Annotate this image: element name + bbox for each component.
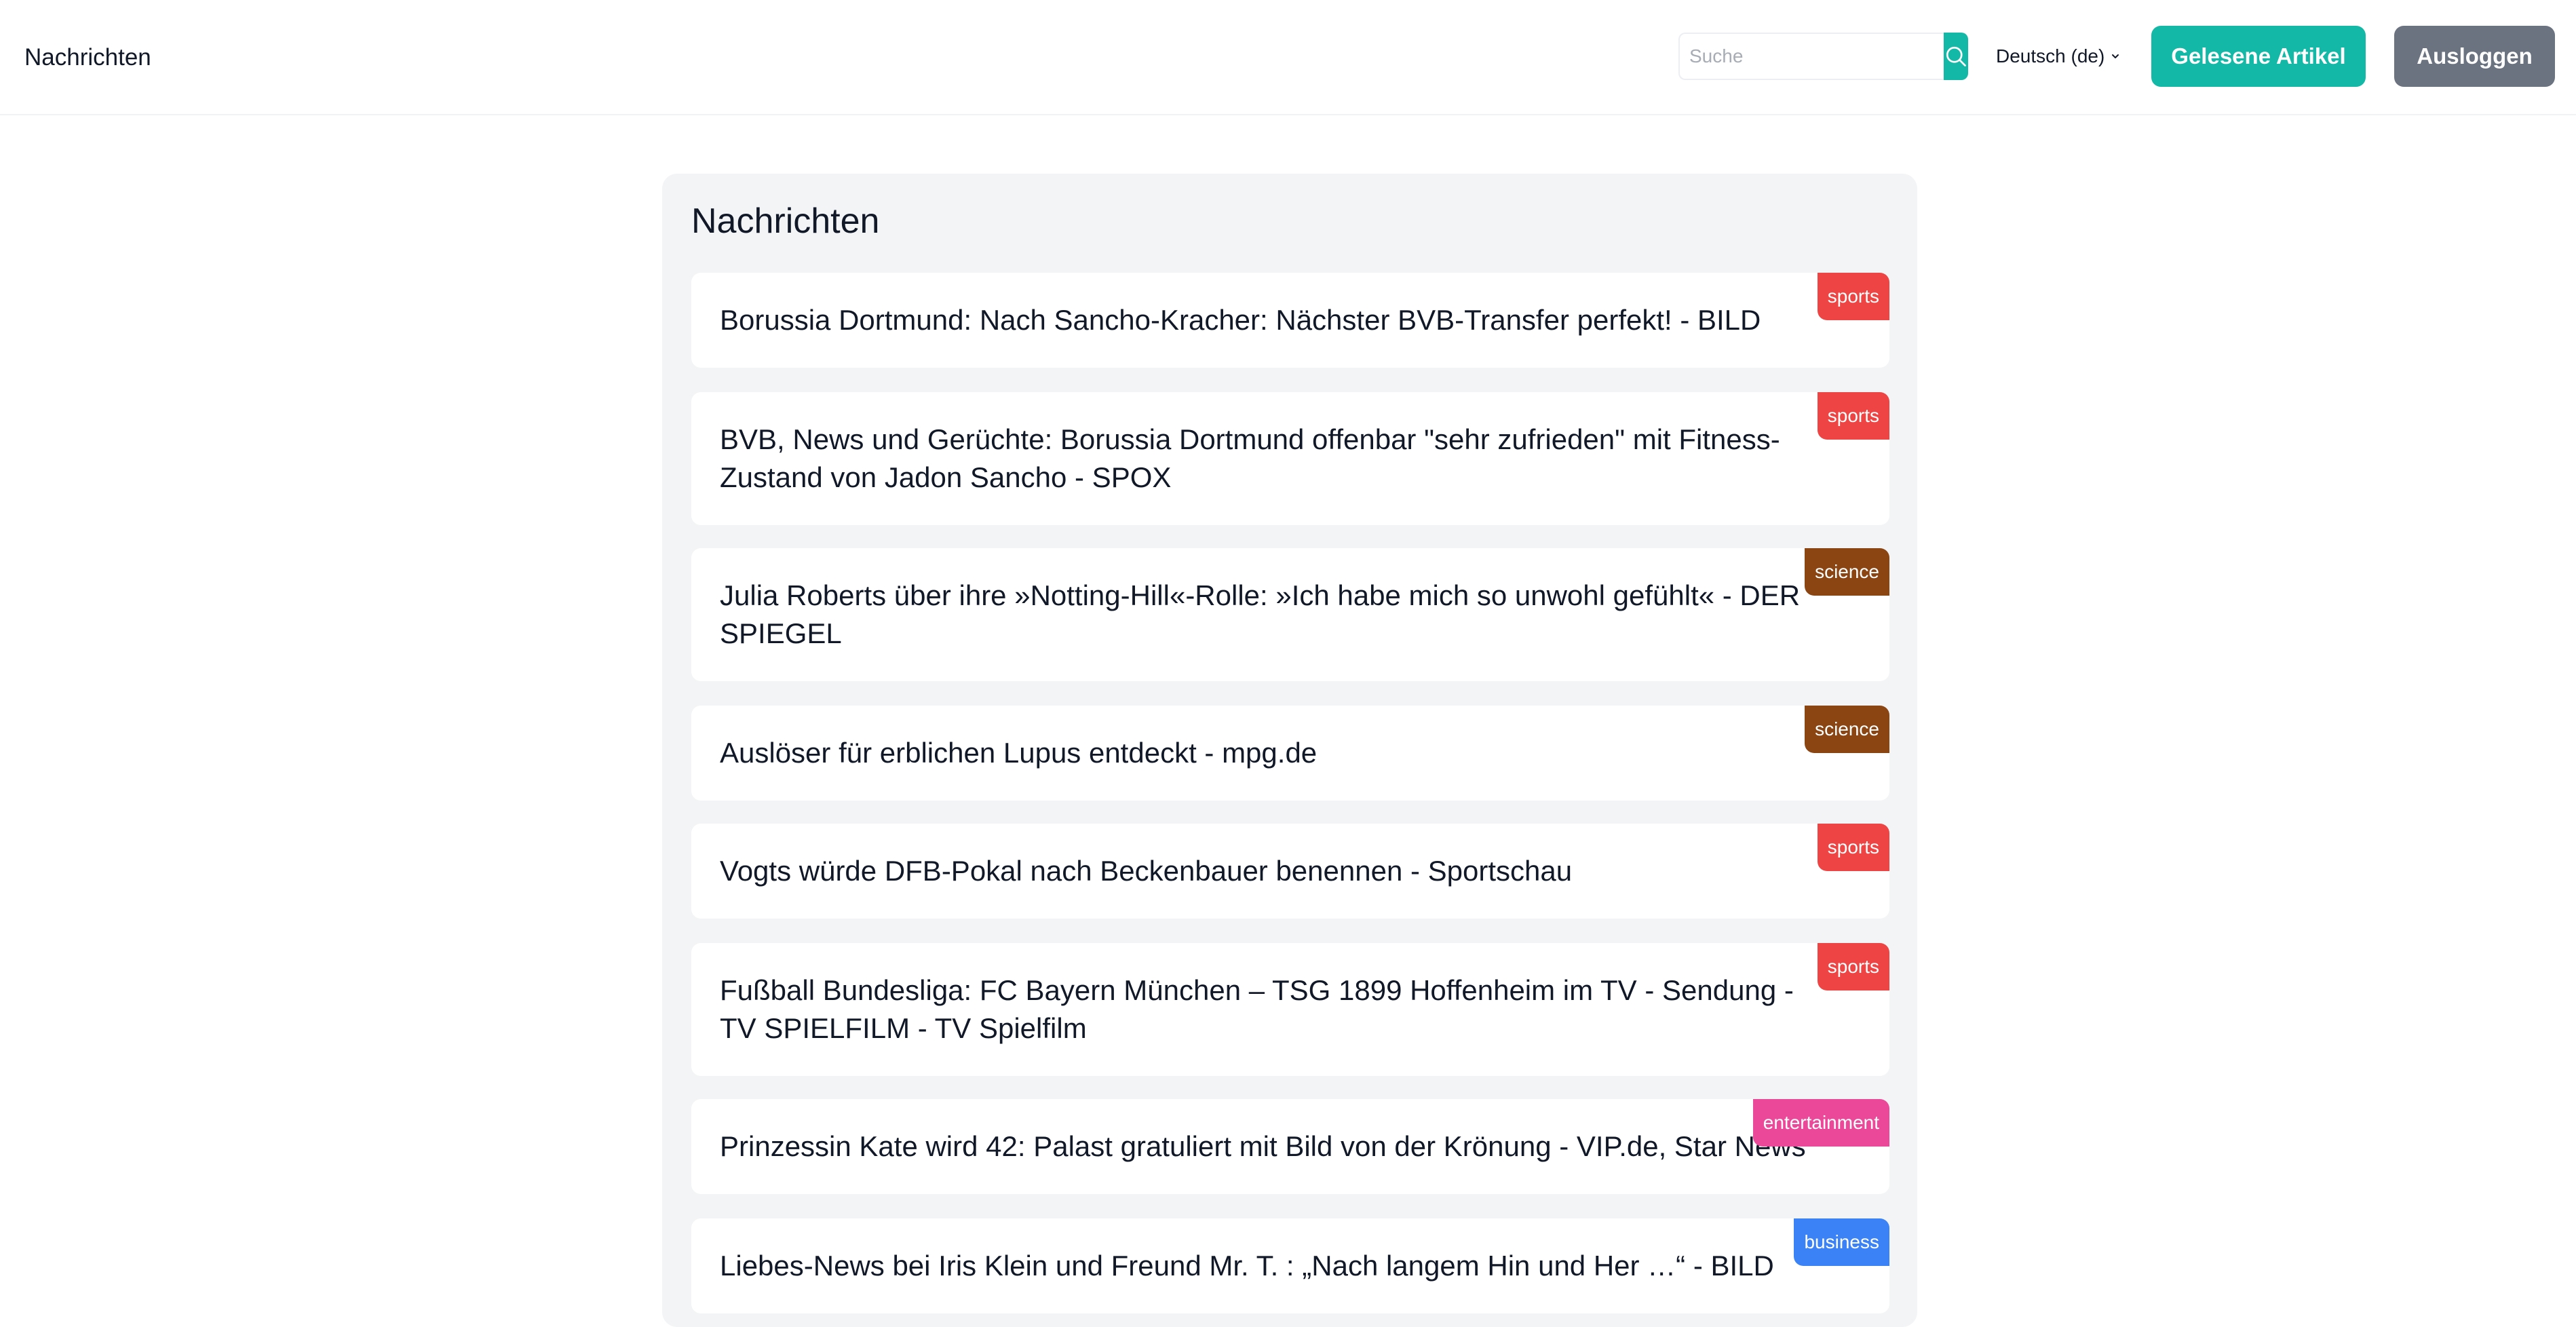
read-articles-button[interactable]: Gelesene Artikel (2151, 26, 2366, 87)
category-badge: business (1794, 1218, 1889, 1266)
chevron-down-icon (2110, 51, 2121, 62)
category-badge: science (1805, 548, 1889, 596)
news-item-title: Prinzessin Kate wird 42: Palast gratulie… (720, 1130, 1806, 1162)
news-item[interactable]: Julia Roberts über ihre »Notting-Hill«-R… (691, 548, 1889, 681)
news-item[interactable]: BVB, News und Gerüchte: Borussia Dortmun… (691, 392, 1889, 525)
news-item[interactable]: Auslöser für erblichen Lupus entdeckt - … (691, 706, 1889, 801)
language-selector[interactable]: Deutsch (de) (1996, 33, 2121, 80)
news-item[interactable]: Vogts würde DFB-Pokal nach Beckenbauer b… (691, 824, 1889, 919)
logout-button[interactable]: Ausloggen (2394, 26, 2555, 87)
page-title: Nachrichten (691, 201, 880, 241)
news-item-title: Borussia Dortmund: Nach Sancho-Kracher: … (720, 304, 1761, 336)
brand-title[interactable]: Nachrichten (24, 0, 151, 115)
category-badge: sports (1817, 392, 1889, 440)
news-item-title: Vogts würde DFB-Pokal nach Beckenbauer b… (720, 855, 1573, 887)
news-item[interactable]: Borussia Dortmund: Nach Sancho-Kracher: … (691, 273, 1889, 368)
language-label: Deutsch (de) (1996, 45, 2105, 66)
news-item[interactable]: Prinzessin Kate wird 42: Palast gratulie… (691, 1099, 1889, 1194)
category-badge: sports (1817, 943, 1889, 991)
news-item-title: Auslöser für erblichen Lupus entdeckt - … (720, 737, 1318, 769)
search-bar (1678, 33, 1968, 80)
news-item[interactable]: Liebes-News bei Iris Klein und Freund Mr… (691, 1218, 1889, 1313)
search-icon (1946, 46, 1966, 66)
news-item-title: Fußball Bundesliga: FC Bayern München – … (720, 974, 1794, 1044)
search-button[interactable] (1944, 33, 1968, 80)
news-item-title: Julia Roberts über ihre »Notting-Hill«-R… (720, 579, 1801, 649)
news-item-title: Liebes-News bei Iris Klein und Freund Mr… (720, 1250, 1774, 1282)
category-badge: entertainment (1752, 1099, 1889, 1147)
category-badge: sports (1817, 824, 1889, 871)
news-item-title: BVB, News und Gerüchte: Borussia Dortmun… (720, 423, 1780, 493)
search-input[interactable] (1678, 33, 1944, 80)
top-navbar: Nachrichten Deutsch (de) Gelesene Artike… (0, 0, 2576, 115)
category-badge: sports (1817, 273, 1889, 320)
category-badge: science (1805, 706, 1889, 753)
news-item[interactable]: Fußball Bundesliga: FC Bayern München – … (691, 943, 1889, 1076)
